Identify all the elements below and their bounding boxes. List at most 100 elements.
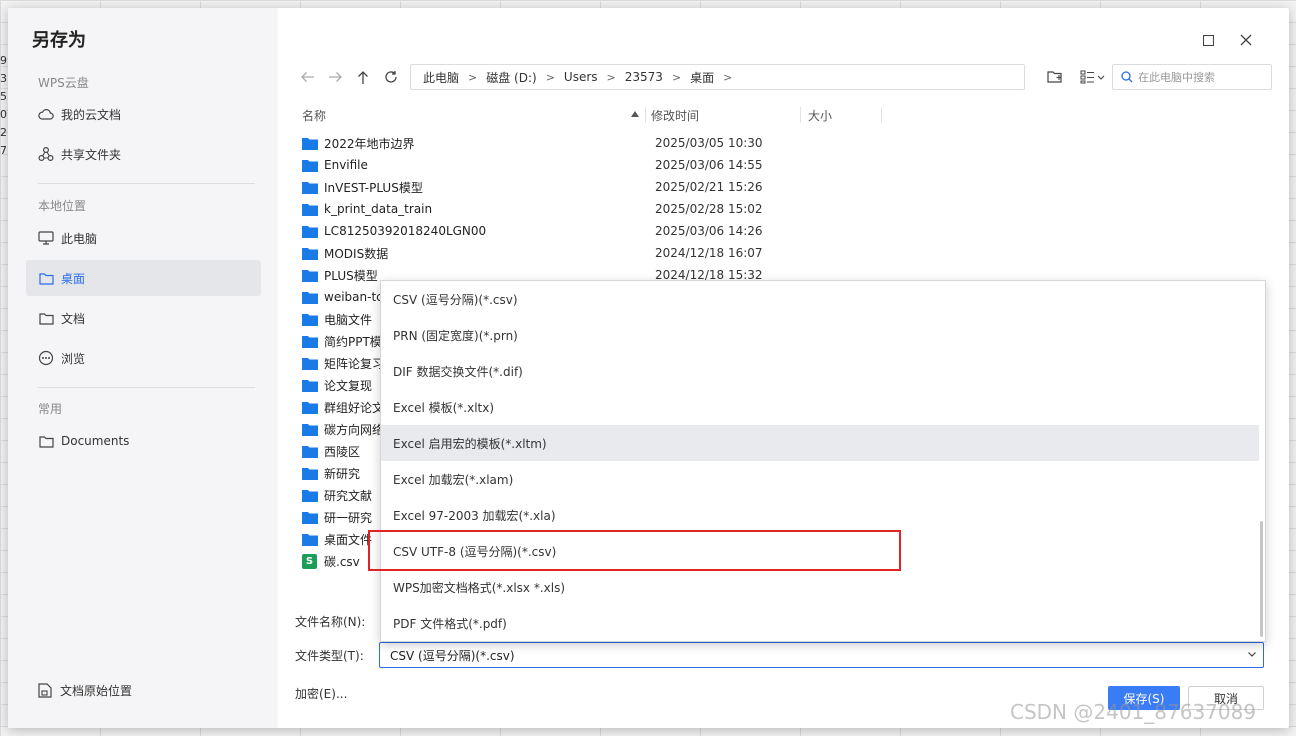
file-name: 西陵区 (324, 444, 361, 459)
file-name: 电脑文件 (324, 312, 373, 327)
new-folder-button[interactable] (1044, 66, 1066, 88)
forward-button[interactable] (324, 66, 346, 88)
search-input[interactable] (1138, 70, 1258, 84)
file-row[interactable]: 2022年地市边界 2025/03/05 10:30 (302, 132, 862, 154)
section-local: 本地位置 (38, 199, 87, 213)
folder-icon (38, 433, 54, 449)
maximize-icon (1202, 34, 1214, 46)
arrow-up-icon (358, 70, 368, 84)
file-row[interactable]: k_print_data_train 2025/02/28 15:02 (302, 198, 862, 220)
folder-icon (302, 423, 318, 436)
file-name: 2022年地市边界 (324, 136, 415, 151)
filetype-option[interactable]: WPS加密文档格式(*.xlsx *.xls) (381, 569, 1259, 605)
file-name: 研一研究 (324, 510, 373, 525)
filetype-select[interactable]: CSV (逗号分隔)(*.csv) (379, 642, 1264, 668)
filetype-option[interactable]: Excel 模板(*.xltx) (381, 389, 1259, 425)
file-date: 2024/12/18 16:07 (655, 246, 763, 260)
file-row[interactable]: Envifile 2025/03/06 14:55 (302, 154, 862, 176)
column-separator (800, 107, 801, 123)
filetype-option[interactable]: PRN (固定宽度)(*.prn) (381, 317, 1259, 353)
file-name: 群组好论文 (324, 400, 385, 415)
file-name: 矩阵论复习 (324, 356, 385, 371)
breadcrumb-item[interactable]: 桌面 (690, 69, 714, 86)
search-box[interactable] (1112, 64, 1272, 90)
sidebar-item-my-cloud-docs[interactable]: 我的云文档 (26, 96, 261, 132)
filetype-option[interactable]: Excel 加载宏(*.xlam) (381, 461, 1259, 497)
file-name: 论文复现 (324, 378, 373, 393)
sort-ascending-icon (631, 111, 639, 117)
file-name: 简约PPT模 (324, 334, 382, 349)
search-icon (1121, 71, 1133, 83)
folder-icon (302, 357, 318, 370)
file-date: 2025/03/06 14:26 (655, 224, 763, 238)
sidebar-item-shared-folder[interactable]: 共享文件夹 (26, 136, 261, 172)
column-header-modified[interactable]: 修改时间 (651, 107, 699, 124)
column-header-size[interactable]: 大小 (808, 107, 832, 124)
chevron-right-icon: > (671, 70, 682, 84)
folder-icon (302, 159, 318, 172)
breadcrumb-item[interactable]: 磁盘 (D:) (486, 69, 536, 86)
file-name-cell: k_print_data_train (302, 202, 655, 216)
file-name-cell: InVEST-PLUS模型 (302, 179, 655, 196)
folder-icon (38, 310, 54, 326)
more-icon (38, 350, 54, 366)
breadcrumb-item[interactable]: 23573 (625, 70, 663, 84)
watermark: CSDN @2401_87637089 (1010, 700, 1257, 724)
encrypt-link[interactable]: 加密(E)... (295, 685, 347, 702)
filetype-option[interactable]: PDF 文件格式(*.pdf) (381, 605, 1259, 641)
section-common: 常用 (38, 402, 63, 416)
dropdown-scrollbar[interactable] (1260, 521, 1263, 637)
file-name: 桌面文件 (324, 532, 373, 547)
sidebar-item-browse[interactable]: 浏览 (26, 340, 261, 376)
file-row[interactable]: MODIS数据 2024/12/18 16:07 (302, 242, 862, 264)
up-button[interactable] (352, 66, 374, 88)
folder-icon (302, 203, 318, 216)
filename-label: 文件名称(N): (295, 615, 366, 629)
view-mode-button[interactable] (1076, 66, 1110, 88)
file-row[interactable]: LC81250392018240LGN00 2025/03/06 14:26 (302, 220, 862, 242)
refresh-button[interactable] (380, 66, 402, 88)
breadcrumb-item[interactable]: 此电脑 (423, 69, 459, 86)
file-name: 新研究 (324, 466, 361, 481)
folder-icon (302, 379, 318, 392)
filetype-option[interactable]: Excel 97-2003 加载宏(*.xla) (381, 497, 1259, 533)
sidebar-item-desktop[interactable]: 桌面 (26, 260, 261, 296)
file-name: 研究文献 (324, 488, 373, 503)
section-wps-cloud: WPS云盘 (38, 76, 89, 90)
close-button[interactable] (1236, 30, 1256, 50)
folder-icon (302, 181, 318, 194)
file-name: InVEST-PLUS模型 (324, 180, 423, 195)
file-name-cell: 2022年地市边界 (302, 135, 655, 152)
breadcrumb[interactable]: 此电脑 > 磁盘 (D:) > Users > 23573 > 桌面 > (410, 64, 1025, 90)
filetype-option[interactable]: Excel 启用宏的模板(*.xltm) (381, 425, 1259, 461)
list-view-icon (1080, 70, 1105, 84)
folder-icon (302, 269, 318, 282)
sidebar-item-documents-en[interactable]: Documents (26, 423, 261, 459)
maximize-button[interactable] (1198, 30, 1218, 50)
file-name: 碳.csv (324, 554, 360, 569)
arrow-right-icon (328, 72, 342, 82)
folder-icon (302, 489, 318, 502)
original-location-button[interactable]: 文档原始位置 (38, 682, 132, 699)
sidebar-item-this-pc[interactable]: 此电脑 (26, 220, 261, 256)
monitor-icon (38, 230, 54, 246)
file-date: 2025/03/06 14:55 (655, 158, 763, 172)
column-separator (881, 107, 882, 123)
column-header-name[interactable]: 名称 (302, 107, 326, 124)
folder-icon (302, 533, 318, 546)
sidebar-item-documents[interactable]: 文档 (26, 300, 261, 336)
filetype-option[interactable]: CSV (逗号分隔)(*.csv) (381, 281, 1259, 317)
filetype-option[interactable]: DIF 数据交换文件(*.dif) (381, 353, 1259, 389)
sidebar-divider (38, 183, 255, 184)
folder-icon (302, 445, 318, 458)
chevron-right-icon: > (545, 70, 555, 84)
back-button[interactable] (296, 66, 318, 88)
file-date: 2025/03/05 10:30 (655, 136, 763, 150)
folder-icon (38, 270, 54, 286)
folder-icon (302, 225, 318, 238)
file-row[interactable]: InVEST-PLUS模型 2025/02/21 15:26 (302, 176, 862, 198)
new-folder-icon (1047, 71, 1062, 83)
breadcrumb-item[interactable]: Users (564, 70, 598, 84)
csv-file-icon: S (302, 553, 317, 569)
folder-icon (302, 401, 318, 414)
